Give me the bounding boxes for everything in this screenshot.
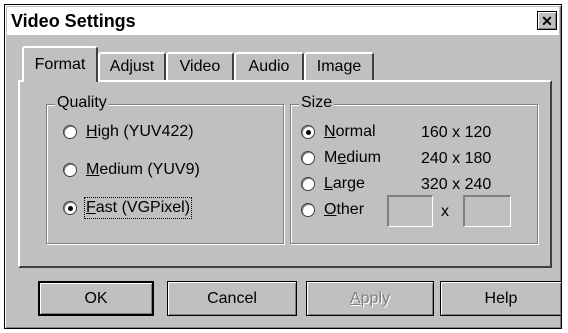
help-label: Help bbox=[484, 289, 518, 307]
cancel-button[interactable]: Cancel bbox=[167, 281, 297, 316]
ok-button[interactable]: OK bbox=[38, 281, 154, 316]
other-separator: x bbox=[441, 203, 449, 220]
quality-legend: Quality bbox=[55, 94, 109, 112]
size-large-value: 320 x 240 bbox=[421, 176, 492, 193]
ok-label: OK bbox=[84, 289, 108, 307]
format-tab-panel: Quality High (YUV422) Medium (YUV9) Fast… bbox=[18, 80, 552, 268]
size-medium-radio[interactable]: Medium bbox=[301, 149, 381, 167]
size-medium-value: 240 x 180 bbox=[421, 150, 492, 167]
size-other-radio[interactable]: Other bbox=[301, 201, 364, 219]
size-normal-value: 160 x 120 bbox=[421, 124, 492, 141]
quality-high-label: High (YUV422) bbox=[86, 123, 194, 140]
radio-button-selected-icon bbox=[301, 125, 315, 139]
tab-adjust[interactable]: Adjust bbox=[98, 52, 166, 80]
quality-group: Quality High (YUV422) Medium (YUV9) Fast… bbox=[46, 94, 284, 244]
size-large-radio[interactable]: Large bbox=[301, 175, 365, 193]
other-width-input[interactable] bbox=[387, 195, 433, 227]
radio-button-icon bbox=[301, 203, 315, 217]
tab-image[interactable]: Image bbox=[304, 52, 374, 80]
title-bar[interactable]: Video Settings ✕ bbox=[7, 7, 559, 35]
size-normal-radio[interactable]: Normal bbox=[301, 123, 376, 141]
window-title: Video Settings bbox=[11, 10, 136, 31]
tab-video-label: Video bbox=[179, 58, 221, 75]
size-large-label: Large bbox=[324, 175, 365, 192]
apply-button[interactable]: Apply bbox=[306, 281, 434, 316]
tab-video[interactable]: Video bbox=[166, 52, 234, 80]
help-button[interactable]: Help bbox=[440, 281, 562, 316]
close-icon: ✕ bbox=[541, 12, 553, 29]
tab-audio[interactable]: Audio bbox=[234, 52, 304, 80]
size-medium-label: Medium bbox=[324, 149, 381, 166]
tab-format[interactable]: Format bbox=[22, 46, 98, 82]
quality-high-radio[interactable]: High (YUV422) bbox=[63, 123, 194, 141]
cancel-label: Cancel bbox=[207, 289, 257, 307]
other-height-input[interactable] bbox=[463, 195, 511, 227]
radio-button-icon bbox=[63, 163, 77, 177]
tab-image-label: Image bbox=[316, 58, 362, 75]
apply-label: Apply bbox=[349, 289, 391, 307]
tab-adjust-label: Adjust bbox=[109, 58, 155, 75]
quality-fast-label: Fast (VGPixel) bbox=[83, 197, 193, 219]
close-button[interactable]: ✕ bbox=[537, 11, 557, 30]
size-normal-label: Normal bbox=[324, 123, 376, 140]
radio-button-icon bbox=[301, 177, 315, 191]
radio-button-icon bbox=[63, 125, 77, 139]
quality-medium-radio[interactable]: Medium (YUV9) bbox=[63, 161, 200, 179]
quality-medium-label: Medium (YUV9) bbox=[86, 161, 200, 178]
size-legend: Size bbox=[299, 94, 335, 112]
radio-button-selected-icon bbox=[63, 201, 77, 215]
size-group: Size Normal 160 x 120 Medium 240 x 180 L… bbox=[290, 94, 538, 244]
radio-button-icon bbox=[301, 151, 315, 165]
size-other-label: Other bbox=[324, 201, 365, 218]
tab-audio-label: Audio bbox=[248, 58, 290, 75]
tab-format-label: Format bbox=[34, 56, 86, 73]
quality-fast-radio[interactable]: Fast (VGPixel) bbox=[63, 197, 193, 219]
